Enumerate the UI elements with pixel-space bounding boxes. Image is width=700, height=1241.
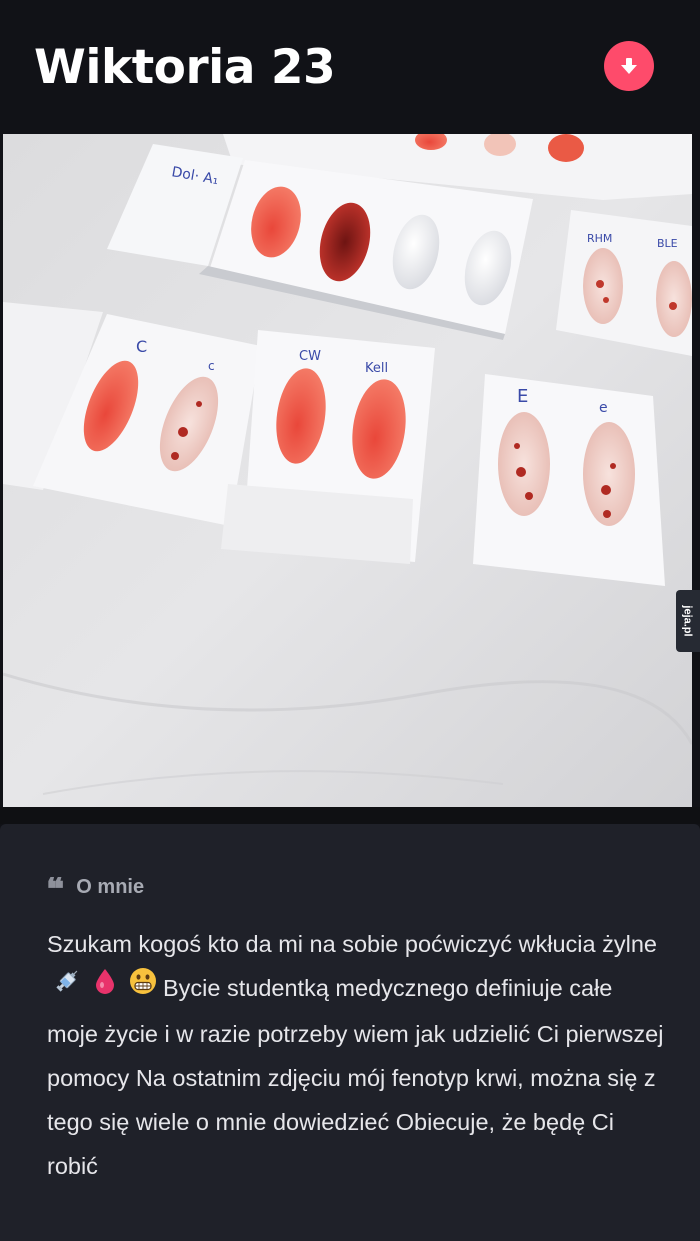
arrow-down-icon	[621, 58, 637, 74]
about-label: O mnie	[76, 875, 145, 898]
grimacing-face-icon	[129, 965, 157, 1009]
plate-label-big-e: E	[517, 386, 528, 407]
collapse-profile-button[interactable]	[604, 41, 654, 91]
bio-text: Szukam kogoś kto da mi na sobie poćwiczy…	[47, 922, 667, 1188]
bio-part-1: Szukam kogoś kto da mi na sobie poćwiczy…	[47, 931, 657, 957]
profile-photo[interactable]: Dol· A₁ RHM BLE C c CW Kell E e	[3, 134, 692, 807]
plate-label-cw: CW	[299, 349, 321, 364]
plate-label-rhm: RHM	[587, 232, 612, 245]
plate-label-ble: BLE	[657, 237, 678, 250]
blood-drop-icon	[93, 965, 117, 1009]
plate-label-small-e: e	[599, 400, 608, 416]
profile-name-age: Wiktoria 23	[34, 40, 336, 95]
plate-label-big-c: C	[136, 337, 147, 356]
profile-header: Wiktoria 23	[0, 0, 700, 135]
jeja-watermark: jeja.pl	[676, 590, 700, 652]
plate-label-small-c: c	[208, 359, 215, 373]
plate-label-kell: Kell	[365, 361, 388, 376]
about-section-header: ❝ O mnie	[46, 874, 145, 904]
syringe-icon	[53, 965, 81, 1009]
blood-typing-plates-image: Dol· A₁ RHM BLE C c CW Kell E e	[3, 134, 692, 807]
quote-icon: ❝	[46, 877, 65, 903]
